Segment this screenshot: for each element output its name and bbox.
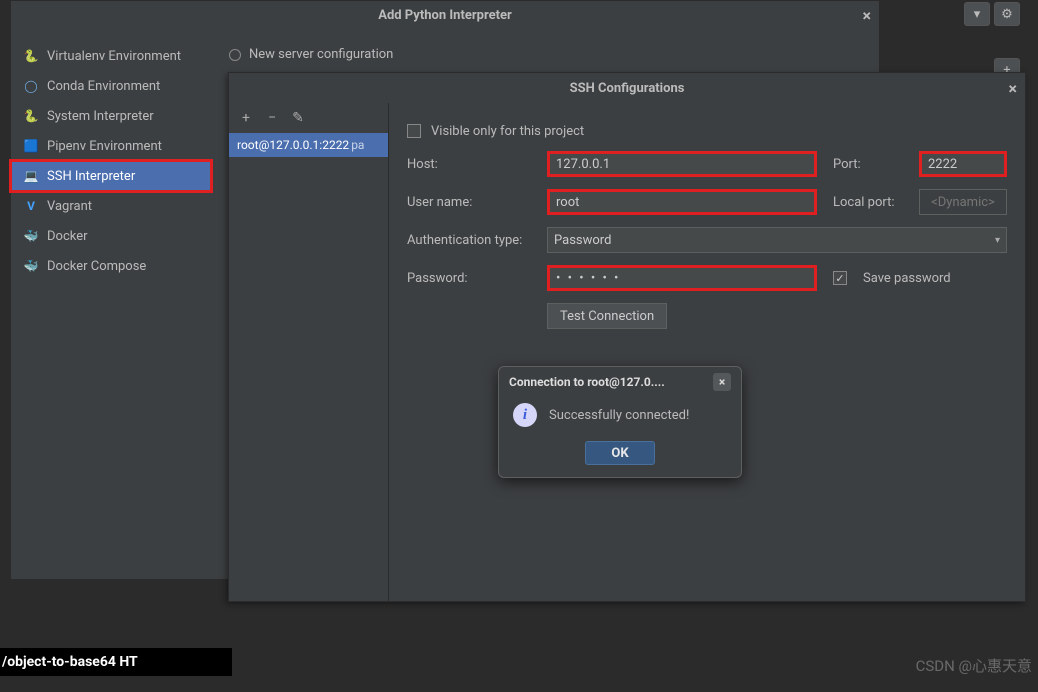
plus-icon: + — [242, 110, 250, 126]
chevron-down-icon: ▾ — [974, 7, 981, 22]
save-password-label: Save password — [863, 271, 951, 286]
terminal-text: /object-to-base64 HT — [2, 654, 138, 670]
sidebar-item-label: Docker Compose — [47, 259, 146, 274]
button-label: Test Connection — [560, 309, 654, 324]
sidebar-item-label: Docker — [47, 229, 88, 244]
button-label: OK — [611, 446, 628, 461]
password-label: Password: — [407, 271, 537, 286]
dialog-title: Add Python Interpreter — [378, 8, 512, 23]
localport-input[interactable] — [919, 189, 1007, 215]
ssh-icon: 💻 — [23, 168, 39, 184]
test-connection-button[interactable]: Test Connection — [547, 303, 667, 329]
settings-toolbar-btn[interactable]: ⚙ — [994, 2, 1020, 26]
dialog-titlebar: Add Python Interpreter × — [11, 1, 879, 29]
check-icon: ✓ — [835, 272, 844, 285]
conda-icon: ◯ — [23, 78, 39, 94]
ssh-dialog-title: SSH Configurations — [570, 81, 685, 96]
close-icon: × — [719, 375, 725, 389]
visible-only-label: Visible only for this project — [431, 124, 584, 139]
sidebar-item-docker[interactable]: 🐳 Docker — [11, 221, 211, 251]
docker-icon: 🐳 — [23, 228, 39, 244]
connection-success-popup: Connection to root@127.0.... × i Success… — [498, 366, 742, 478]
sidebar-item-vagrant[interactable]: V Vagrant — [11, 191, 211, 221]
remove-config-button[interactable]: − — [265, 111, 279, 125]
gear-icon: ⚙ — [1001, 7, 1013, 22]
python-icon: 🐍 — [23, 48, 39, 64]
sidebar-item-label: System Interpreter — [47, 109, 154, 124]
sidebar-item-label: Conda Environment — [47, 79, 160, 94]
ssh-configurations-dialog: SSH Configurations × + − ✎ root@127.0.0.… — [228, 72, 1026, 602]
edit-config-button[interactable]: ✎ — [291, 111, 305, 125]
popup-ok-button[interactable]: OK — [585, 441, 655, 465]
password-mask: • • • • • • — [556, 271, 620, 286]
host-label: Host: — [407, 157, 537, 172]
chevron-down-icon: ▾ — [995, 235, 1000, 246]
popup-title: Connection to root@127.0.... — [509, 375, 665, 389]
new-server-config-label: New server configuration — [249, 47, 393, 62]
sidebar-item-conda[interactable]: ◯ Conda Environment — [11, 71, 211, 101]
watermark: CSDN @心惠天意 — [916, 655, 1032, 676]
docker-compose-icon: 🐳 — [23, 258, 39, 274]
port-input[interactable] — [919, 151, 1007, 177]
minus-icon: − — [268, 110, 276, 126]
python-icon: 🐍 — [23, 108, 39, 124]
authtype-label: Authentication type: — [407, 233, 537, 248]
close-icon[interactable]: × — [1009, 79, 1018, 98]
visible-only-checkbox[interactable] — [407, 124, 421, 138]
terminal-output: /object-to-base64 HT — [0, 648, 232, 676]
authtype-value: Password — [554, 233, 611, 248]
sidebar-item-label: SSH Interpreter — [47, 169, 135, 184]
pencil-icon: ✎ — [292, 110, 304, 126]
popup-close-button[interactable]: × — [713, 373, 731, 391]
sidebar-item-label: Vagrant — [47, 199, 92, 214]
ssh-config-list-item[interactable]: root@127.0.0.1:2222 pa — [229, 133, 388, 157]
add-config-button[interactable]: + — [239, 111, 253, 125]
close-icon[interactable]: × — [863, 6, 872, 25]
save-password-checkbox[interactable]: ✓ — [833, 271, 847, 285]
sidebar-item-pipenv[interactable]: 🟦 Pipenv Environment — [11, 131, 211, 161]
dropdown-toolbar-btn[interactable]: ▾ — [964, 2, 990, 26]
sidebar-item-label: Pipenv Environment — [47, 139, 162, 154]
sidebar-item-virtualenv[interactable]: 🐍 Virtualenv Environment — [11, 41, 211, 71]
ssh-dialog-titlebar: SSH Configurations × — [229, 73, 1025, 103]
list-item-tail: pa — [351, 138, 364, 152]
username-input[interactable] — [547, 189, 817, 215]
username-label: User name: — [407, 195, 537, 210]
authtype-select[interactable]: Password ▾ — [547, 227, 1007, 253]
list-item-label: root@127.0.0.1:2222 — [237, 138, 349, 152]
ssh-config-list-panel: + − ✎ root@127.0.0.1:2222 pa — [229, 103, 389, 601]
sidebar-item-ssh[interactable]: 💻 SSH Interpreter — [11, 161, 211, 191]
ssh-config-form: Visible only for this project Host: Port… — [389, 103, 1025, 601]
pipenv-icon: 🟦 — [23, 138, 39, 154]
popup-message: Successfully connected! — [549, 408, 689, 423]
info-icon: i — [513, 403, 537, 427]
sidebar-item-label: Virtualenv Environment — [47, 49, 181, 64]
password-input[interactable]: • • • • • • — [547, 265, 817, 291]
vagrant-icon: V — [23, 198, 39, 214]
sidebar-item-system[interactable]: 🐍 System Interpreter — [11, 101, 211, 131]
new-server-radio[interactable] — [229, 49, 241, 61]
localport-label: Local port: — [833, 195, 903, 210]
sidebar-item-docker-compose[interactable]: 🐳 Docker Compose — [11, 251, 211, 281]
host-input[interactable] — [547, 151, 817, 177]
interpreter-type-sidebar: 🐍 Virtualenv Environment ◯ Conda Environ… — [11, 29, 211, 579]
port-label: Port: — [833, 157, 903, 172]
